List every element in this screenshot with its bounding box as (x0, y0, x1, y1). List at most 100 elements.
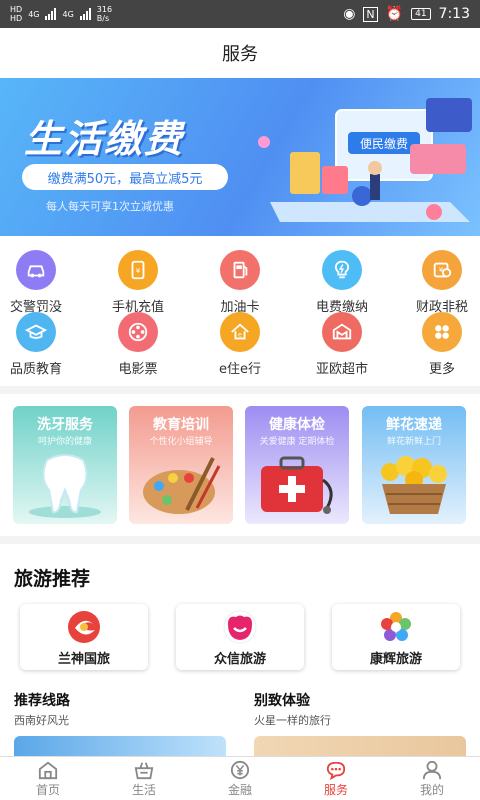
tab-finance[interactable]: 金融 (192, 757, 288, 800)
card-subtitle: 关爱健康 定期体检 (259, 437, 335, 447)
carrier-1: HD (10, 5, 23, 14)
promo-banner[interactable]: 生活缴费 缴费满50元，最高立减5元 每人每天可享1次立减优惠 便民缴费 (0, 78, 480, 236)
first-aid-kit-icon (261, 456, 333, 514)
service-education[interactable]: 品质教育 (0, 312, 84, 377)
service-fuel-card[interactable]: 加油卡 (192, 250, 288, 315)
svg-text:¥: ¥ (439, 265, 444, 274)
card-title: 鲜花速递 (386, 417, 442, 433)
tab-life[interactable]: 生活 (96, 757, 192, 800)
service-label: 品质教育 (9, 362, 62, 377)
more-icon (422, 312, 462, 352)
banner-subtitle: 每人每天可享1次立减优惠 (46, 200, 174, 213)
banner-title: 生活缴费 (24, 117, 185, 161)
svg-text:¥: ¥ (136, 266, 141, 275)
chat-icon (326, 761, 346, 780)
finance-icon: ¥ (422, 250, 462, 290)
shopping-cart-illustration: 便民缴费 (258, 98, 472, 222)
service-housing[interactable]: e e住e行 (192, 312, 288, 377)
routes-thumbnail[interactable] (14, 736, 226, 756)
network-2: 4G (62, 9, 74, 19)
tab-service[interactable]: 服务 (288, 757, 384, 800)
battery-icon: 41 (411, 8, 431, 20)
alarm-icon: ⏰ (385, 6, 404, 22)
flower-basket-icon (381, 456, 447, 514)
service-label: e住e行 (219, 362, 261, 377)
recommended-routes-title[interactable]: 推荐线路 (14, 690, 70, 710)
yen-icon (230, 760, 250, 779)
nfc-icon: N (363, 6, 378, 22)
agency-name: 众信旅游 (213, 652, 266, 667)
basket-icon (134, 761, 154, 779)
tab-home[interactable]: 首页 (0, 757, 96, 800)
recommended-routes-subtitle: 西南好风光 (14, 714, 69, 727)
tab-label: 服务 (323, 782, 348, 797)
travel-section: 旅游推荐 兰神国旅 众信旅游 康辉旅游 推荐线路 西南好风光 别致体验 火星一样… (0, 544, 480, 756)
lightbulb-icon (322, 250, 362, 290)
agency-kanghui[interactable]: 康辉旅游 (332, 604, 460, 670)
tab-label: 首页 (35, 782, 60, 797)
status-bar: HD HD 4G 4G 316 B/s ◉ N ⏰ 41 7:13 (0, 0, 480, 28)
card-title: 健康体检 (269, 417, 325, 433)
service-movie[interactable]: 电影票 (90, 312, 186, 377)
tab-mine[interactable]: 我的 (384, 757, 480, 800)
card-title: 洗牙服务 (37, 417, 93, 433)
eye-icon: ◉ (343, 6, 356, 22)
service-traffic-fine[interactable]: 交警罚没 (0, 250, 84, 315)
card-subtitle: 个性化小组辅导 (149, 437, 213, 447)
lanshen-logo-icon (68, 611, 100, 643)
tab-label: 我的 (419, 782, 444, 797)
clock: 7:13 (438, 6, 470, 22)
agency-name: 兰神国旅 (57, 652, 110, 667)
service-electricity[interactable]: 电费缴纳 (294, 250, 390, 315)
fuel-card-icon (220, 250, 260, 290)
page-title: 服务 (222, 44, 258, 65)
service-more[interactable]: 更多 (394, 312, 480, 377)
kanghui-logo-icon (381, 612, 411, 641)
graduation-cap-icon (16, 312, 56, 352)
card-dental[interactable]: 洗牙服务 呵护你的健康 (13, 406, 117, 524)
film-reel-icon (118, 312, 158, 352)
card-title: 教育培训 (153, 417, 209, 433)
card-flowers[interactable]: 鲜花速递 鲜花新鲜上门 (362, 406, 466, 524)
svg-text:e: e (238, 331, 242, 339)
banner-card-text: 便民缴费 (360, 136, 408, 151)
page-header: 服务 (0, 28, 480, 78)
bottom-tab-bar: 首页 生活 金融 服务 我的 (0, 756, 480, 800)
tab-label: 生活 (131, 782, 156, 797)
network-1: 4G (28, 9, 40, 19)
signal-group: HD HD 4G 4G 316 B/s (10, 5, 121, 23)
banner-offer: 缴费满50元，最高立减5元 (22, 164, 228, 190)
service-finance[interactable]: ¥ 财政非税 (394, 250, 480, 315)
agency-zhongxin[interactable]: 众信旅游 (176, 604, 304, 670)
card-subtitle: 鲜花新鲜上门 (386, 437, 441, 447)
person-icon (422, 760, 442, 779)
service-phone-recharge[interactable]: ¥ 手机充值 (90, 250, 186, 315)
house-icon: e (220, 312, 260, 352)
tooth-icon (29, 454, 101, 518)
zhongxin-logo-icon (223, 610, 257, 644)
service-label: 亚欧超市 (315, 362, 368, 377)
service-label: 更多 (428, 362, 455, 377)
special-experience-subtitle: 火星一样的旅行 (254, 714, 331, 727)
special-experience-title[interactable]: 别致体验 (254, 690, 310, 710)
card-education[interactable]: 教育培训 个性化小组辅导 (129, 406, 233, 524)
service-supermarket[interactable]: 亚欧超市 (294, 312, 390, 377)
car-icon (16, 250, 56, 290)
card-health-check[interactable]: 健康体检 关爱健康 定期体检 (245, 406, 349, 524)
net-speed: 316 B/s (96, 5, 113, 23)
signal-icon (45, 8, 57, 20)
carrier-2: HD (10, 14, 23, 23)
agency-lanshen[interactable]: 兰神国旅 (20, 604, 148, 670)
signal-icon-2 (79, 8, 91, 20)
experience-thumbnail[interactable] (254, 736, 466, 756)
palette-icon (143, 457, 221, 514)
agency-name: 康辉旅游 (369, 652, 422, 667)
service-label: 电影票 (118, 362, 158, 377)
section-heading: 旅游推荐 (14, 568, 91, 590)
promo-cards: 洗牙服务 呵护你的健康 教育培训 个性化小组辅导 健康体检 关爱健康 定期体检 … (0, 394, 480, 536)
service-grid: 交警罚没 ¥ 手机充值 加油卡 电费缴纳 ¥ 财政非税 品质教育 电影票 e e… (0, 236, 480, 386)
phone-recharge-icon: ¥ (118, 250, 158, 290)
tab-label: 金融 (227, 782, 252, 797)
store-icon (322, 312, 362, 352)
home-icon (38, 761, 58, 779)
